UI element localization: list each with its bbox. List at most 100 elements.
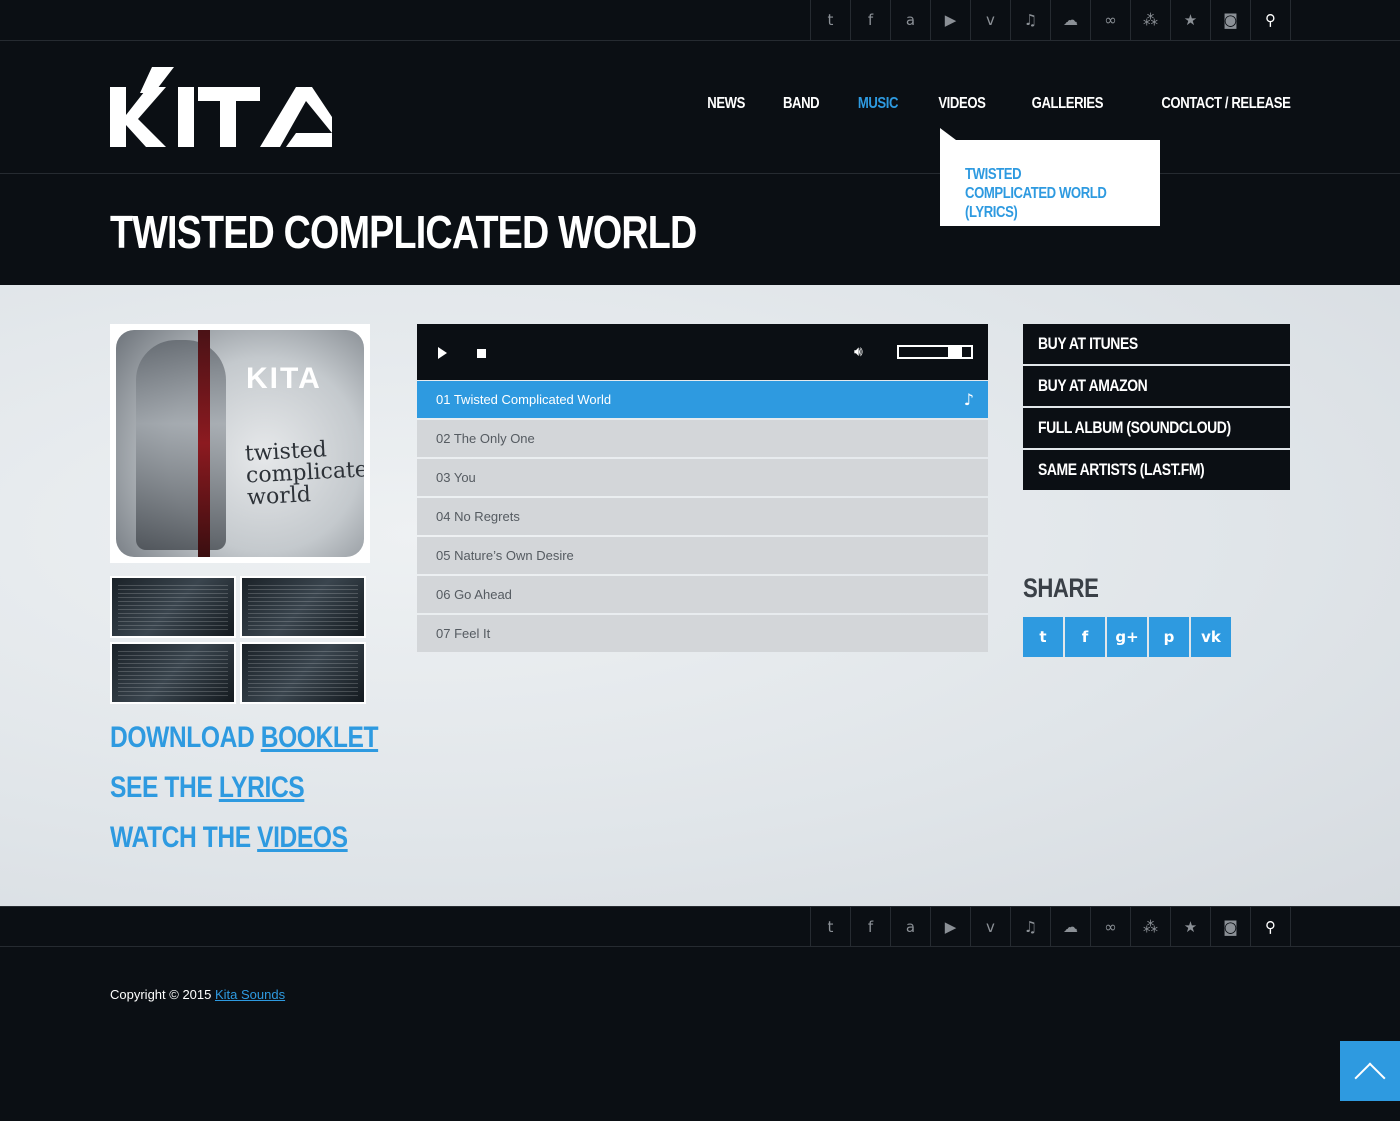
buy-amazon-button[interactable]: BUY AT AMAZON [1023,366,1290,406]
vimeo-icon[interactable]: v [971,907,1011,947]
nav-galleries[interactable]: GALLERIES [1031,95,1103,113]
album-links: DOWNLOAD BOOKLET SEE THE LYRICS WATCH TH… [110,720,437,870]
kita-logo[interactable] [110,67,332,147]
cover-figure [136,340,226,550]
facebook-icon[interactable]: f [851,0,891,40]
share-vk-icon[interactable]: vk [1191,617,1231,657]
nav-contact-release[interactable]: CONTACT / RELEASE [1161,95,1291,113]
itunes-icon[interactable]: ♫ [1011,907,1051,947]
top-social-bar: t f a ▶ v ♫ ☁ ∞ ⁂ ★ ◙ ⚲ [0,0,1400,41]
cover-stripe [198,330,210,557]
soundcloud-icon[interactable]: ☁ [1051,0,1091,40]
track-row[interactable]: 05 Nature’s Own Desire [417,537,988,574]
main-content: KITA twisted complicated world DOWNLOAD … [0,285,1400,906]
facebook-icon[interactable]: f [851,907,891,947]
main-nav: NEWS BAND MUSIC VIDEOS GALLERIES CONTACT… [669,95,1290,113]
amazon-icon[interactable]: a [891,907,931,947]
play-icon[interactable] [438,347,447,359]
booklet-thumb[interactable] [110,576,236,638]
share-pinterest-icon[interactable]: p [1149,617,1189,657]
search-icon[interactable]: ⚲ [1251,0,1291,40]
cover-band-name: KITA [246,362,322,395]
share-googleplus-icon[interactable]: g+ [1107,617,1147,657]
site-header: NEWS BAND MUSIC VIDEOS GALLERIES CONTACT… [0,41,1400,174]
album-cover-art: KITA twisted complicated world [116,330,364,557]
buy-label: BUY AT AMAZON [1038,376,1148,395]
kita-sounds-link[interactable]: Kita Sounds [215,987,285,1002]
cover-album-text: twisted complicated world [244,437,364,511]
stop-icon[interactable] [477,349,486,358]
track-row[interactable]: 02 The Only One [417,420,988,457]
buy-label: SAME ARTISTS (LAST.FM) [1038,460,1205,479]
twitter-icon[interactable]: t [811,0,851,40]
copyright-text: Copyright © 2015 [110,987,215,1002]
tracklist: 01 Twisted Complicated World ♪ 02 The Only… [417,381,988,654]
page-title: TWISTED COMPLICATED WORLD [110,206,697,258]
track-title: 01 Twisted Complicated World [436,392,612,407]
album-cover[interactable]: KITA twisted complicated world [110,324,370,563]
share-icons: t f g+ p vk [1023,617,1231,657]
audio-player: 🔊︎ [417,324,988,380]
reverbnation-icon[interactable]: ★ [1171,0,1211,40]
myspace-icon[interactable]: ⁂ [1131,0,1171,40]
nav-news[interactable]: NEWS [707,95,745,113]
back-to-top-button[interactable] [1340,1041,1400,1101]
track-title: 03 You [436,470,476,485]
search-icon[interactable]: ⚲ [1251,907,1291,947]
share-twitter-icon[interactable]: t [1023,617,1063,657]
buy-links: BUY AT ITUNES BUY AT AMAZON FULL ALBUM (… [1023,324,1290,492]
amazon-icon[interactable]: a [891,0,931,40]
soundcloud-album-button[interactable]: FULL ALBUM (SOUNDCLOUD) [1023,408,1290,448]
instagram-icon[interactable]: ◙ [1211,907,1251,947]
reverbnation-icon[interactable]: ★ [1171,907,1211,947]
link-prefix: SEE THE [110,771,219,804]
track-title: 07 Feel It [436,626,491,641]
link-text[interactable]: VIDEOS [257,821,348,854]
social-icons-top: t f a ▶ v ♫ ☁ ∞ ⁂ ★ ◙ ⚲ [810,0,1291,40]
dropdown-item-lyrics[interactable]: TWISTED COMPLICATED WORLD (LYRICS) [965,165,1113,222]
title-band: TWISTED COMPLICATED WORLD [0,175,1400,285]
track-row[interactable]: 04 No Regrets [417,498,988,535]
nav-band[interactable]: BAND [783,95,820,113]
track-row[interactable]: 03 You [417,459,988,496]
instagram-icon[interactable]: ◙ [1211,0,1251,40]
track-title: 04 No Regrets [436,509,520,524]
youtube-icon[interactable]: ▶ [931,907,971,947]
booklet-thumb[interactable] [240,642,366,704]
social-icons-bottom: t f a ▶ v ♫ ☁ ∞ ⁂ ★ ◙ ⚲ [810,907,1291,947]
nav-music[interactable]: MUSIC [858,95,899,113]
track-row[interactable]: 07 Feel It [417,615,988,652]
lastfm-icon[interactable]: ∞ [1091,0,1131,40]
download-booklet-link[interactable]: DOWNLOAD BOOKLET [110,720,379,770]
myspace-icon[interactable]: ⁂ [1131,907,1171,947]
soundcloud-icon[interactable]: ☁ [1051,907,1091,947]
volume-slider[interactable] [897,345,973,359]
watch-videos-link[interactable]: WATCH THE VIDEOS [110,820,378,870]
share-facebook-icon[interactable]: f [1065,617,1105,657]
booklet-thumb[interactable] [110,642,236,704]
itunes-icon[interactable]: ♫ [1011,0,1051,40]
link-text[interactable]: LYRICS [219,771,305,804]
lastfm-icon[interactable]: ∞ [1091,907,1131,947]
buy-itunes-button[interactable]: BUY AT ITUNES [1023,324,1290,364]
buy-label: BUY AT ITUNES [1038,334,1138,353]
booklet-thumb[interactable] [240,576,366,638]
share-title: SHARE [1023,573,1099,603]
see-lyrics-link[interactable]: SEE THE LYRICS [110,770,378,820]
vimeo-icon[interactable]: v [971,0,1011,40]
twitter-icon[interactable]: t [811,907,851,947]
bottom-social-bar: t f a ▶ v ♫ ☁ ∞ ⁂ ★ ◙ ⚲ [0,906,1400,947]
booklet-thumbnails [110,576,370,704]
lastfm-artists-button[interactable]: SAME ARTISTS (LAST.FM) [1023,450,1290,490]
link-text[interactable]: BOOKLET [261,721,379,754]
youtube-icon[interactable]: ▶ [931,0,971,40]
link-prefix: WATCH THE [110,821,258,854]
buy-label: FULL ALBUM (SOUNDCLOUD) [1038,418,1231,437]
track-row[interactable]: 01 Twisted Complicated World ♪ [417,381,988,418]
track-row[interactable]: 06 Go Ahead [417,576,988,613]
music-dropdown: TWISTED COMPLICATED WORLD (LYRICS) [940,128,1160,226]
volume-icon[interactable]: 🔊︎ [854,344,863,360]
volume-handle[interactable] [948,347,962,357]
nav-videos[interactable]: VIDEOS [938,95,986,113]
track-title: 05 Nature’s Own Desire [436,548,574,563]
